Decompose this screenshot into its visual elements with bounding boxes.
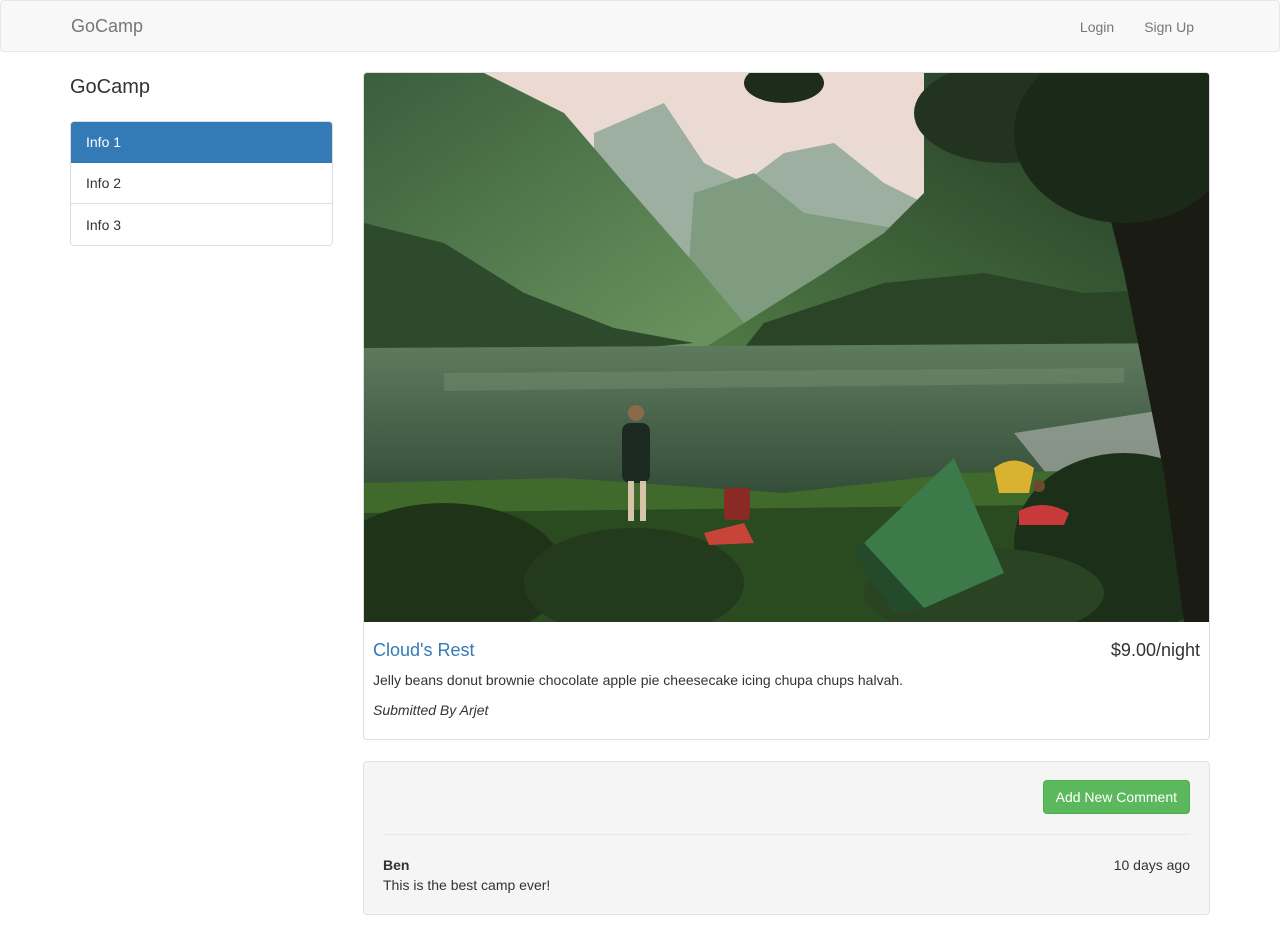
navbar-right-links: Login Sign Up (1080, 17, 1194, 37)
campground-image (364, 73, 1209, 622)
sidebar-title: GoCamp (70, 76, 151, 98)
navbar: GoCamp Login Sign Up (0, 0, 1280, 52)
campground-name-link[interactable]: Cloud's Rest (373, 639, 474, 661)
login-link[interactable]: Login (1080, 17, 1114, 37)
submitted-by: Submitted By Arjet (373, 702, 489, 718)
campground-price: $9.00/night (1110, 640, 1200, 660)
sidebar-list: Info 1 Info 2 Info 3 (70, 121, 333, 246)
sidebar-item-info-2[interactable]: Info 2 (71, 163, 332, 204)
comment-author: Ben (383, 857, 410, 873)
comments-divider (383, 834, 1190, 835)
signup-link[interactable]: Sign Up (1144, 17, 1194, 37)
campground-card: Cloud's Rest $9.00/night Jelly beans don… (363, 72, 1210, 740)
comment-text: This is the best camp ever! (383, 877, 551, 893)
comment-date: 10 days ago (1113, 857, 1190, 873)
sidebar-item-info-1[interactable]: Info 1 (71, 122, 332, 163)
sidebar-item-info-3[interactable]: Info 3 (71, 204, 332, 245)
add-comment-button[interactable]: Add New Comment (1042, 780, 1190, 814)
campground-description: Jelly beans donut brownie chocolate appl… (373, 672, 904, 688)
comments-section: Add New Comment Ben 10 days ago This is … (363, 761, 1210, 915)
navbar-brand[interactable]: GoCamp (71, 15, 143, 37)
